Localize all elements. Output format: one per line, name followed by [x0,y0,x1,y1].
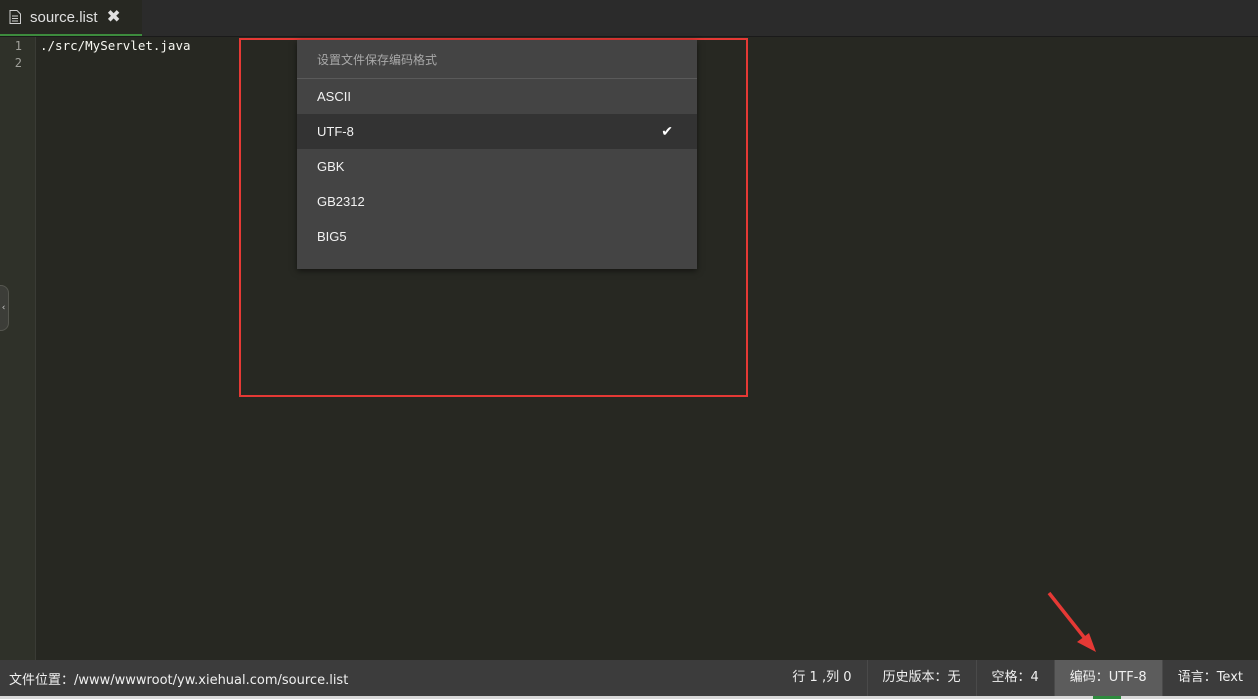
indent-setting[interactable]: 空格：4 [975,660,1054,696]
status-bar: 文件位置：/www/wwwroot/yw.xiehual.com/source.… [0,660,1258,696]
side-panel-toggle[interactable]: ‹ [0,285,9,331]
file-path: 文件位置：/www/wwwroot/yw.xiehual.com/source.… [9,672,349,688]
encoding-selector[interactable]: 编码：UTF-8 [1053,660,1162,696]
menu-item-label: ASCII [317,89,351,104]
tab-source-list[interactable]: source.list ✖ [0,0,142,36]
arrow-annotation-icon [1047,591,1096,652]
menu-item-ascii[interactable]: ASCII [297,79,697,114]
menu-header: 设置文件保存编码格式 [297,40,697,79]
line-number: 1 [14,39,22,53]
language-selector[interactable]: 语言：Text [1161,660,1258,696]
line-number: 2 [14,56,22,70]
menu-item-label: GB2312 [317,194,365,209]
cursor-position[interactable]: 行 1 ,列 0 [777,660,866,696]
tab-label: source.list [30,8,98,26]
encoding-dropdown-menu: 设置文件保存编码格式 ASCII UTF-8 ✔ GBK GB2312 BIG5 [297,40,697,269]
menu-item-label: BIG5 [317,229,347,244]
chevron-left-icon: ‹ [1,303,6,313]
code-line[interactable]: ./src/MyServlet.java [40,38,191,53]
menu-item-label: GBK [317,159,345,174]
line-number-gutter: 1 2 [0,37,36,660]
file-icon [9,10,21,24]
history-versions[interactable]: 历史版本：无 [866,660,976,696]
tab-bar: source.list ✖ [0,0,1258,37]
menu-item-gbk[interactable]: GBK [297,149,697,184]
menu-item-utf8[interactable]: UTF-8 ✔ [297,114,697,149]
menu-item-big5[interactable]: BIG5 [297,219,697,254]
close-icon[interactable]: ✖ [107,7,121,27]
menu-item-label: UTF-8 [317,124,354,139]
checkmark-icon: ✔ [661,123,673,139]
menu-item-gb2312[interactable]: GB2312 [297,184,697,219]
